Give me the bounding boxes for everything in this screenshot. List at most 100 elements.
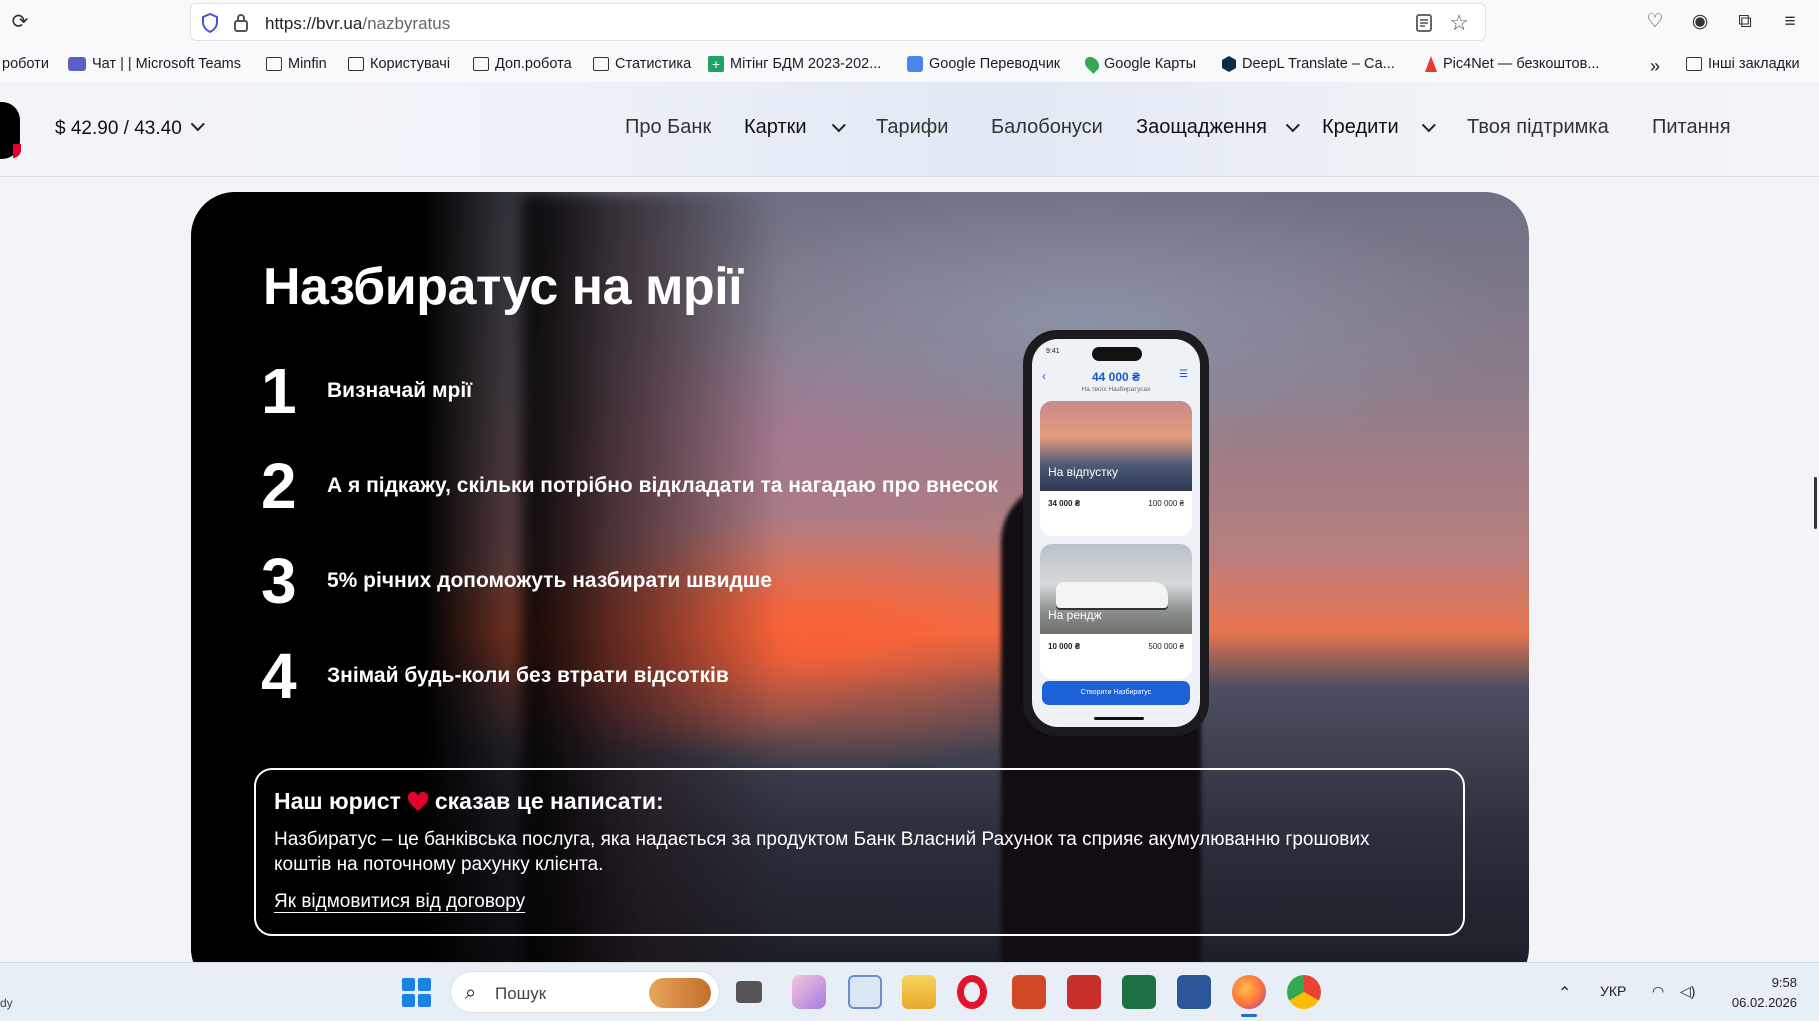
- language-indicator[interactable]: УКР: [1600, 983, 1626, 999]
- powerpoint-icon[interactable]: [1012, 975, 1046, 1009]
- nav-item-tariffs[interactable]: Тарифи: [876, 116, 948, 139]
- bookmark-item[interactable]: Google Карты: [1082, 54, 1196, 74]
- snipping-tool-icon[interactable]: [848, 975, 882, 1009]
- nav-item-cards[interactable]: Картки: [744, 116, 846, 139]
- bookmark-star-icon[interactable]: ☆: [1449, 10, 1469, 36]
- bookmarks-overflow-icon[interactable]: »: [1650, 56, 1660, 77]
- step-text: А я підкажу, скільки потрібно відкладати…: [327, 474, 999, 497]
- nav-item-credits[interactable]: Кредити: [1322, 116, 1436, 139]
- legal-title-end: сказав це написати:: [434, 788, 664, 814]
- task-view-icon[interactable]: [736, 981, 762, 1003]
- search-icon: ⌕: [465, 982, 477, 1004]
- contract-withdrawal-link[interactable]: Як відмовитися від договору: [274, 891, 525, 913]
- car-shape: [1056, 582, 1168, 608]
- pdf-reader-icon[interactable]: [1067, 975, 1101, 1009]
- extensions-icon[interactable]: ⧉: [1733, 10, 1757, 34]
- clock[interactable]: 9:58 06.02.2026: [1732, 973, 1797, 1013]
- step-text: Знімай будь-коли без втрати відсотків: [327, 664, 729, 687]
- scrollbar-thumb[interactable]: [1814, 477, 1817, 529]
- bookmark-label: роботи: [2, 56, 49, 72]
- browser-toolbar: ⟳ https://bvr.ua/nazbyratus ☆ ♡ ◉ ⧉ ≡ ро…: [0, 0, 1819, 82]
- nav-item-balobonuses[interactable]: Балобонуси: [991, 116, 1103, 139]
- other-bookmarks[interactable]: Інші закладки: [1686, 56, 1800, 72]
- pocket-icon[interactable]: ♡: [1643, 10, 1667, 34]
- menu-icon[interactable]: ≡: [1778, 10, 1802, 34]
- nav-item-about[interactable]: Про Банк: [625, 116, 711, 139]
- folder-icon: [473, 57, 489, 71]
- create-goal-button: Створити Назбиратус: [1042, 681, 1190, 705]
- logo-accent: [13, 144, 21, 158]
- word-icon[interactable]: [1177, 975, 1211, 1009]
- search-highlight-image: [649, 978, 711, 1008]
- bookmarks-bar: роботи Чат | | Microsoft Teams Minfin Ко…: [0, 50, 1819, 80]
- lock-icon[interactable]: [233, 13, 249, 33]
- step-text: Визначай мрії: [327, 379, 473, 402]
- folder-icon: [266, 57, 282, 71]
- clock-time: 9:58: [1771, 975, 1797, 990]
- vacation-photo: На відпустку: [1040, 401, 1192, 491]
- address-bar[interactable]: https://bvr.ua/nazbyratus ☆: [190, 3, 1486, 41]
- excel-icon[interactable]: [1122, 975, 1156, 1009]
- goal-card: На відпустку 34 000 ₴ 100 000 ₴: [1040, 401, 1192, 536]
- chevron-down-icon[interactable]: [190, 112, 205, 138]
- phone-subtitle: На твоїх Назбиратусах: [1081, 386, 1151, 393]
- goal-target: 100 000 ₴: [1148, 499, 1184, 508]
- bookmark-item[interactable]: DeepL Translate – Са...: [1222, 56, 1395, 72]
- bookmark-item[interactable]: Доп.робота: [473, 56, 572, 72]
- step-number: 2: [261, 450, 297, 522]
- reader-view-icon[interactable]: [1415, 13, 1433, 33]
- wifi-icon[interactable]: ◠: [1652, 983, 1664, 1000]
- file-explorer-icon[interactable]: [902, 975, 936, 1009]
- teams-icon: [68, 57, 86, 71]
- sheets-icon: +: [708, 56, 724, 72]
- deepl-icon: [1222, 56, 1236, 72]
- bookmark-item[interactable]: роботи: [2, 56, 49, 72]
- shield-icon[interactable]: [201, 13, 219, 33]
- creative-cloud-icon[interactable]: [792, 975, 826, 1009]
- nav-label: Питання: [1652, 116, 1731, 138]
- goal-card-values: 10 000 ₴ 500 000 ₴: [1048, 642, 1184, 651]
- chevron-down-icon: [1421, 118, 1436, 133]
- step-item: 3 5% річних допоможуть назбирати швидше: [261, 549, 772, 613]
- bookmark-label: Доп.робота: [495, 56, 572, 72]
- google-translate-icon: [907, 56, 923, 72]
- opera-icon[interactable]: [957, 975, 987, 1009]
- bookmark-item[interactable]: Користувачі: [348, 56, 450, 72]
- bookmark-item[interactable]: + Мітінг БДМ 2023-202...: [708, 56, 881, 72]
- taskbar-left-text: dy: [0, 996, 13, 1010]
- account-icon[interactable]: ◉: [1688, 10, 1712, 34]
- goal-saved: 10 000 ₴: [1048, 642, 1081, 651]
- bookmark-item[interactable]: Чат | | Microsoft Teams: [68, 56, 241, 72]
- taskbar-search[interactable]: ⌕ Пошук: [450, 971, 720, 1013]
- windows-start-icon[interactable]: [402, 978, 432, 1008]
- phone-time: 9:41: [1046, 348, 1060, 355]
- bookmark-item[interactable]: Google Переводчик: [907, 56, 1060, 72]
- step-number: 3: [261, 545, 297, 617]
- goal-card: На рендж 10 000 ₴ 500 000 ₴: [1040, 544, 1192, 679]
- exchange-rate[interactable]: $ 42.90 / 43.40: [55, 118, 182, 140]
- goal-saved: 34 000 ₴: [1048, 499, 1081, 508]
- bookmark-label: Minfin: [288, 56, 327, 72]
- nav-label: Балобонуси: [991, 116, 1103, 138]
- bookmark-label: Мітінг БДМ 2023-202...: [730, 56, 882, 72]
- reload-icon[interactable]: ⟳: [8, 10, 32, 34]
- tray-chevron-up-icon[interactable]: ⌃: [1558, 983, 1571, 1003]
- chevron-down-icon: [831, 118, 846, 133]
- chrome-icon[interactable]: [1287, 975, 1321, 1009]
- bookmark-item[interactable]: Minfin: [266, 56, 327, 72]
- step-item: 1 Визначай мрії: [261, 359, 472, 423]
- legal-title-start: Наш юрист: [274, 788, 401, 814]
- url-text[interactable]: https://bvr.ua/nazbyratus: [265, 14, 450, 34]
- google-maps-icon: [1082, 54, 1102, 74]
- nav-item-support[interactable]: Твоя підтримка: [1467, 116, 1609, 139]
- bookmark-item[interactable]: Статистика: [593, 56, 691, 72]
- bookmark-item[interactable]: Pic4Net — безкоштов...: [1425, 56, 1599, 72]
- step-number: 1: [261, 355, 297, 427]
- folder-icon: [348, 57, 364, 71]
- volume-icon[interactable]: ◁): [1680, 983, 1695, 1000]
- nav-label: Про Банк: [625, 116, 712, 138]
- firefox-icon[interactable]: [1232, 975, 1266, 1017]
- nav-label: Заощадження: [1136, 116, 1267, 138]
- nav-item-savings[interactable]: Заощадження: [1136, 116, 1300, 139]
- nav-item-faq[interactable]: Питання: [1652, 116, 1731, 139]
